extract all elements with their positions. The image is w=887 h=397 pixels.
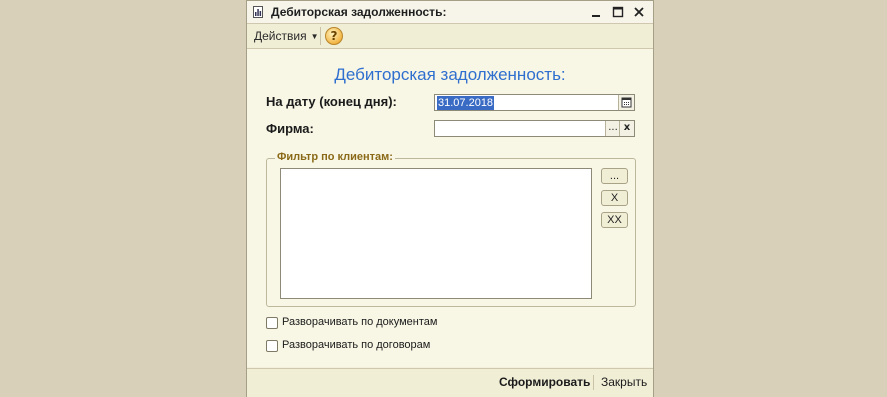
expand-by-documents-label: Разворачивать по документам (282, 316, 438, 328)
date-value: 31.07.2018 (437, 96, 495, 110)
generate-button[interactable]: Сформировать (499, 375, 590, 389)
toolbar-divider (320, 27, 321, 45)
form-content: Дебиторская задолженность: На дату (коне… (247, 49, 653, 367)
title-bar[interactable]: Дебиторская задолженность: (247, 1, 653, 24)
firm-select-button[interactable]: ... (605, 121, 620, 136)
form-heading: Дебиторская задолженность: (334, 65, 566, 84)
footer-divider (593, 375, 594, 390)
calendar-icon (621, 97, 632, 108)
expand-by-documents-checkbox[interactable] (266, 317, 278, 329)
firm-field[interactable]: ... x (434, 120, 635, 137)
client-filter-group: Фильтр по клиентам: ... X XX (266, 151, 636, 307)
actions-menu-label: Действия (254, 29, 307, 43)
filter-select-button[interactable]: ... (601, 168, 628, 184)
minimize-icon[interactable] (588, 4, 604, 20)
expand-by-contracts-label: Разворачивать по договорам (282, 339, 431, 351)
chevron-down-icon: ▼ (310, 32, 319, 41)
maximize-icon[interactable] (610, 4, 626, 20)
toolbar: Действия ▼ ? (247, 24, 653, 49)
close-icon[interactable] (631, 4, 647, 20)
close-button[interactable]: Закрыть (601, 375, 647, 389)
firm-clear-button[interactable]: x (619, 121, 634, 136)
filter-remove-button[interactable]: X (601, 190, 628, 206)
actions-menu[interactable]: Действия ▼ (254, 29, 319, 43)
report-icon (253, 6, 263, 18)
report-window: Дебиторская задолженность: Действия ▼ ? Д… (246, 0, 654, 397)
client-filter-legend: Фильтр по клиентам: (275, 151, 395, 163)
calendar-button[interactable] (618, 95, 634, 110)
help-icon[interactable]: ? (325, 27, 343, 45)
filter-clear-all-button[interactable]: XX (601, 212, 628, 228)
firm-label: Фирма: (266, 121, 314, 136)
expand-by-contracts-checkbox[interactable] (266, 340, 278, 352)
date-field[interactable]: 31.07.2018 (434, 94, 635, 111)
window-title: Дебиторская задолженность: (271, 5, 447, 19)
date-label: На дату (конец дня): (266, 94, 397, 109)
footer-bar: Сформировать Закрыть (247, 368, 653, 397)
client-filter-list[interactable] (280, 168, 592, 299)
